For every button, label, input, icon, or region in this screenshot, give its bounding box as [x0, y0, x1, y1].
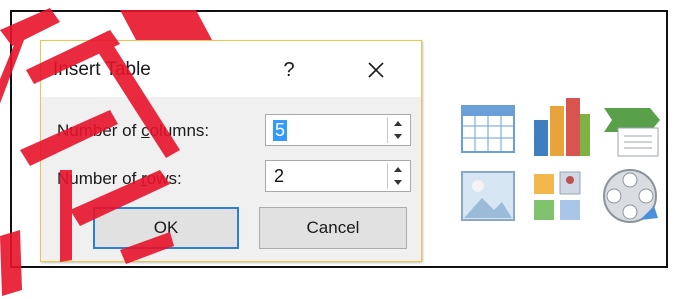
media-icon[interactable] — [600, 166, 662, 228]
ok-button[interactable]: OK — [93, 207, 239, 249]
help-button[interactable]: ? — [277, 57, 301, 83]
columns-increase-button[interactable] — [388, 117, 408, 130]
columns-value[interactable]: 5 — [273, 120, 288, 141]
close-button[interactable] — [361, 55, 391, 85]
spin-up-icon — [394, 167, 402, 172]
columns-label: Number of columns: — [57, 121, 210, 140]
cancel-button[interactable]: Cancel — [259, 207, 407, 249]
title-bar: Insert Table ? — [41, 41, 421, 97]
columns-spinner[interactable]: 5 — [265, 114, 411, 146]
spin-up-icon — [394, 121, 402, 126]
close-icon — [368, 62, 384, 78]
rows-increase-button[interactable] — [388, 163, 408, 176]
insert-table-dialog: Insert Table ? Number of columns: 5 Numb… — [40, 40, 422, 262]
rows-spinner[interactable]: 2 — [265, 160, 411, 192]
rows-label: Number of rows: — [57, 169, 182, 188]
rows-value[interactable]: 2 — [274, 166, 284, 187]
dialog-title: Insert Table — [53, 59, 151, 80]
smartart-icon[interactable] — [600, 104, 662, 158]
chart-icon[interactable] — [528, 96, 592, 158]
rows-decrease-button[interactable] — [388, 176, 408, 189]
spin-down-icon — [394, 180, 402, 185]
rows-spin-buttons — [387, 163, 408, 189]
columns-decrease-button[interactable] — [388, 130, 408, 143]
columns-spin-buttons — [387, 117, 408, 143]
clip-art-icon[interactable] — [528, 168, 588, 226]
table-icon[interactable] — [458, 102, 518, 156]
picture-icon[interactable] — [458, 168, 518, 224]
spin-down-icon — [394, 134, 402, 139]
